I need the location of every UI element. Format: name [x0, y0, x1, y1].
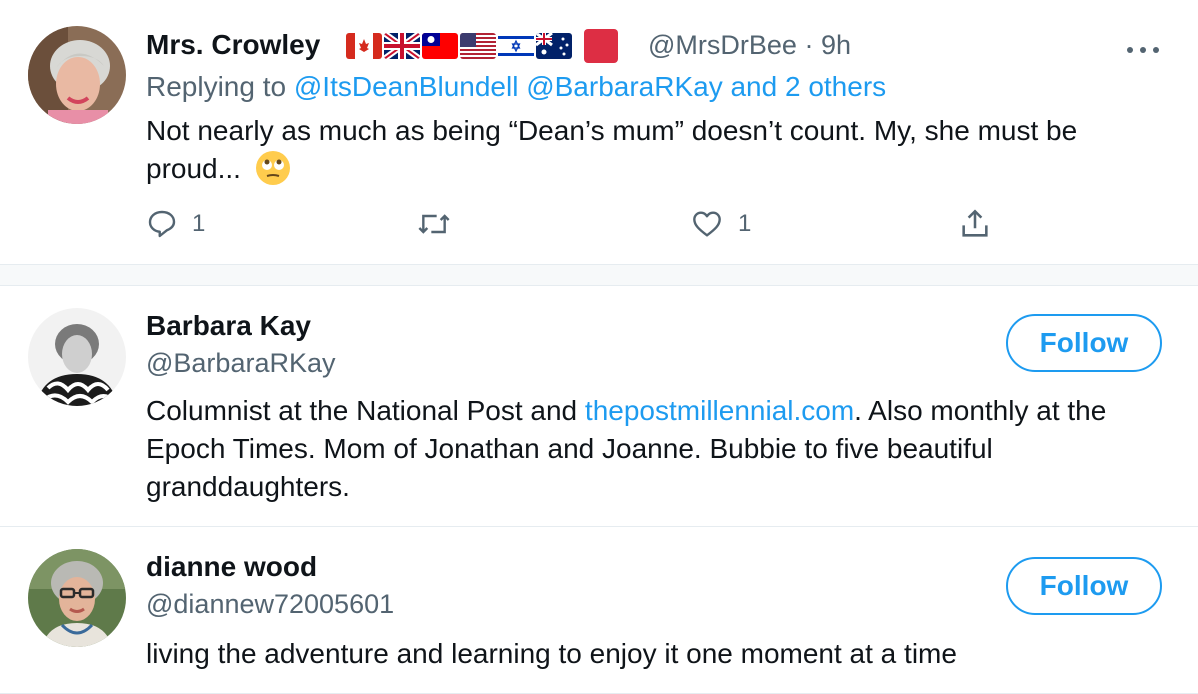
- follow-button[interactable]: Follow: [1006, 557, 1162, 615]
- mrs-crowley-avatar[interactable]: [28, 26, 126, 124]
- tweet-author-name[interactable]: Mrs. Crowley: [146, 29, 320, 61]
- tweet-author-handle[interactable]: @MrsDrBee: [648, 30, 797, 60]
- replying-to-line: Replying to @ItsDeanBlundell @BarbaraRKa…: [146, 71, 886, 103]
- reply-action[interactable]: 1: [146, 206, 205, 242]
- canada-flag-icon: [346, 33, 382, 59]
- like-action[interactable]: 1: [690, 206, 751, 242]
- user-bio: Columnist at the National Post and thepo…: [146, 392, 1176, 506]
- tweet-time[interactable]: 9h: [821, 30, 851, 60]
- uk-flag-icon: [384, 33, 420, 59]
- face-with-rolling-eyes-icon: [255, 150, 291, 186]
- israel-flag-icon: [498, 33, 534, 59]
- red-square-icon: [584, 29, 618, 63]
- user-name[interactable]: dianne wood: [146, 551, 317, 583]
- like-count: 1: [738, 210, 752, 237]
- user-cell[interactable]: dianne wood @diannew72005601 Follow livi…: [0, 527, 1198, 694]
- heart-icon[interactable]: [690, 208, 724, 240]
- user-handle[interactable]: @diannew72005601: [146, 589, 394, 620]
- share-icon[interactable]: [958, 207, 992, 241]
- section-divider: [0, 265, 1198, 286]
- separator-dot: ·: [804, 30, 814, 60]
- tweet-author-handle-time[interactable]: @MrsDrBee · 9h: [648, 30, 851, 61]
- share-action[interactable]: [958, 206, 992, 242]
- reply-targets-link[interactable]: @ItsDeanBlundell @BarbaraRKay and 2 othe…: [294, 71, 886, 102]
- bio-text-start: Columnist at the National Post and: [146, 395, 585, 426]
- tweet[interactable]: Mrs. Crowley @MrsDrBee · 9h Replying to …: [0, 0, 1198, 265]
- bio-link[interactable]: thepostmillennial.com: [585, 395, 854, 426]
- user-cell[interactable]: Barbara Kay @BarbaraRKay Follow Columnis…: [0, 286, 1198, 527]
- more-horizontal-icon[interactable]: [1126, 36, 1160, 56]
- replying-to-label: Replying to: [146, 71, 287, 102]
- retweet-icon[interactable]: [416, 208, 452, 240]
- reply-count: 1: [192, 210, 206, 237]
- user-name[interactable]: Barbara Kay: [146, 310, 311, 342]
- follow-button[interactable]: Follow: [1006, 314, 1162, 372]
- reply-icon[interactable]: [146, 208, 178, 240]
- barbara-kay-avatar[interactable]: [28, 308, 126, 406]
- australia-flag-icon: [536, 33, 572, 59]
- taiwan-flag-icon: [422, 33, 458, 59]
- user-bio: living the adventure and learning to enj…: [146, 638, 957, 669]
- dianne-wood-avatar[interactable]: [28, 549, 126, 647]
- retweet-action[interactable]: [416, 206, 466, 242]
- name-flag-emojis: [346, 29, 618, 63]
- usa-flag-icon: [460, 33, 496, 59]
- user-handle[interactable]: @BarbaraRKay: [146, 348, 336, 379]
- tweet-text: Not nearly as much as being “Dean’s mum”…: [146, 112, 1156, 188]
